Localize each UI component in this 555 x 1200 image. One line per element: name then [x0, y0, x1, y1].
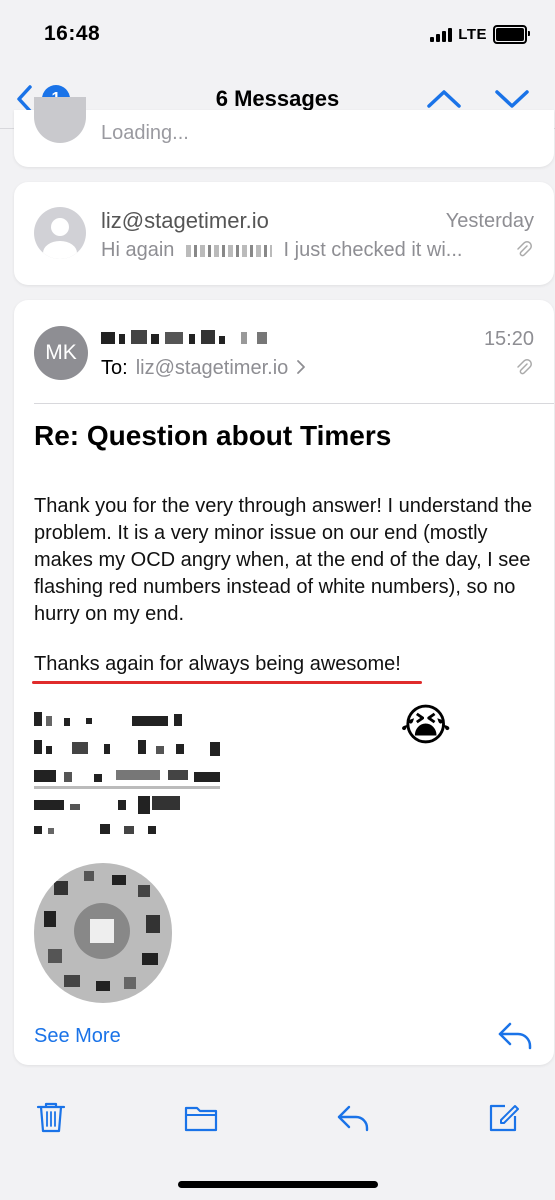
- email-subject: Re: Question about Timers: [34, 420, 392, 451]
- network-label: LTE: [458, 26, 487, 43]
- email-body: Thank you for the very through answer! I…: [34, 495, 533, 625]
- recipient-address: liz@stagetimer.io: [135, 357, 289, 379]
- to-label: To:: [101, 357, 128, 379]
- message-date: Yesterday: [445, 210, 534, 232]
- see-more-link[interactable]: See More: [34, 1025, 121, 1048]
- redacted-name: [185, 244, 272, 257]
- preview-text-start: Hi again: [101, 239, 175, 261]
- reply-icon[interactable]: [496, 1018, 534, 1052]
- email-closing: Thanks again for always being awesome!: [34, 653, 401, 675]
- folder-icon[interactable]: [184, 1100, 218, 1134]
- message-card-loading[interactable]: [14, 110, 554, 167]
- highlight-underline: [32, 681, 422, 684]
- message-card-collapsed[interactable]: liz@stagetimer.io Yesterday Hi again I j…: [14, 182, 554, 285]
- redacted-signature: [34, 708, 244, 838]
- recipient-line[interactable]: To: liz@stagetimer.io: [101, 357, 306, 380]
- crying-emoji: 😭: [400, 701, 452, 750]
- sender-name: liz@stagetimer.io: [101, 208, 269, 233]
- message-card-expanded: MK 15:20 To: liz@stagetimer.io Re: Quest…: [14, 300, 554, 1065]
- message-preview: Hi again I just checked it wi...: [101, 239, 462, 262]
- avatar: MK: [34, 326, 88, 380]
- battery-icon: [493, 25, 530, 44]
- loading-label: Loading...: [101, 122, 189, 144]
- compose-icon[interactable]: [487, 1100, 521, 1134]
- redacted-seal-image: [34, 863, 172, 1003]
- reply-icon[interactable]: [336, 1100, 370, 1134]
- header-divider: [34, 403, 554, 404]
- trash-icon[interactable]: [34, 1100, 68, 1134]
- home-indicator: [178, 1181, 378, 1188]
- person-icon: [43, 218, 77, 259]
- avatar: [34, 207, 86, 259]
- preview-text-end: I just checked it wi...: [283, 239, 463, 261]
- chevron-right-icon: [297, 360, 306, 374]
- message-time: 15:20: [483, 328, 534, 350]
- paperclip-icon: [517, 241, 532, 257]
- signal-icon: [430, 27, 453, 42]
- paperclip-icon: [517, 359, 532, 375]
- redacted-sender-name: [101, 330, 281, 348]
- status-indicators: LTE: [430, 25, 530, 44]
- status-time: 16:48: [44, 22, 101, 45]
